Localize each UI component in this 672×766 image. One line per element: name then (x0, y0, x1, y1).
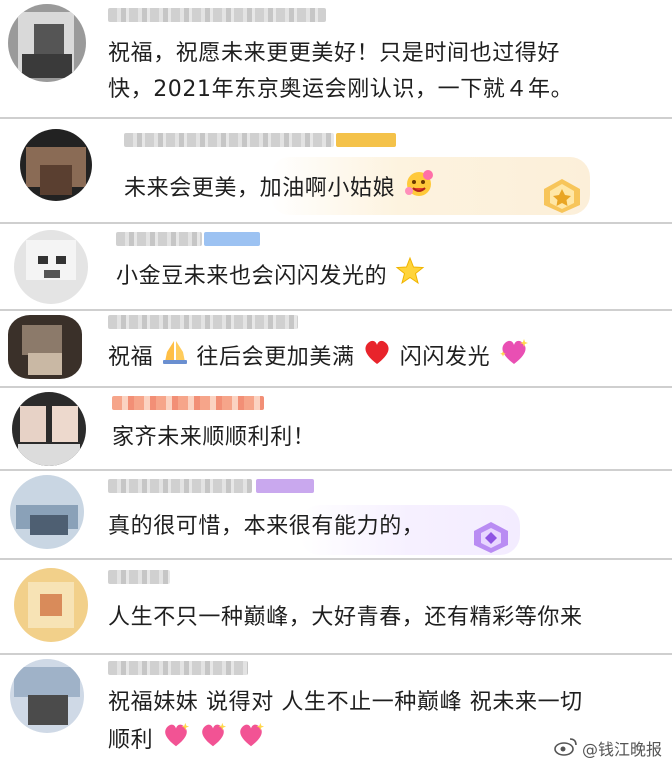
watermark: @钱江晚报 (554, 736, 662, 760)
star-emoji-icon (395, 256, 425, 298)
comment-item-1[interactable]: 祝福，祝愿未来更更美好！只是时间也过得好 快，2021年东京奥运会刚认识，一下就… (0, 0, 672, 116)
username-blurred[interactable] (108, 8, 326, 22)
comment-text: 家齐未来顺顺利利！ (112, 425, 316, 450)
user-tag (336, 133, 396, 147)
comment-text: 真的很可惜，本来很有能力的， (108, 514, 425, 539)
gold-badge-icon (536, 175, 588, 219)
comment-text: 祝福 往后会更加美满 闪闪发光 (108, 337, 658, 379)
avatar[interactable] (10, 659, 84, 733)
avatar[interactable] (12, 392, 86, 466)
username-blurred[interactable] (108, 479, 252, 493)
username-blurred[interactable] (108, 570, 170, 584)
comment-item-6[interactable]: 真的很可惜，本来很有能力的， (0, 471, 672, 557)
username-blurred[interactable] (108, 315, 298, 329)
sparkling-heart-icon (498, 337, 530, 379)
purple-badge-icon (468, 519, 514, 559)
username-blurred[interactable] (108, 661, 248, 675)
username-blurred[interactable] (112, 396, 264, 410)
comment-item-5[interactable]: 家齐未来顺顺利利！ (0, 388, 672, 468)
comment-text: 人生不只一种巅峰，大好青春，还有精彩等你来 (108, 605, 583, 630)
red-heart-icon (362, 338, 392, 378)
pray-emoji-icon (161, 338, 189, 378)
avatar[interactable] (8, 4, 86, 82)
avatar[interactable] (14, 230, 88, 304)
comment-item-2[interactable]: 未来会更美，加油啊小姑娘 (0, 119, 672, 221)
sparkling-heart-icon (198, 721, 228, 761)
avatar[interactable] (14, 568, 88, 642)
username-blurred[interactable] (116, 232, 202, 246)
heart-face-emoji-icon (403, 167, 435, 211)
comment-item-7[interactable]: 人生不只一种巅峰，大好青春，还有精彩等你来 (0, 560, 672, 652)
sparkling-heart-icon (236, 721, 266, 761)
avatar[interactable] (10, 475, 84, 549)
comment-text: 小金豆未来也会闪闪发光的 (116, 256, 658, 298)
comment-item-4[interactable]: 祝福 往后会更加美满 闪闪发光 (0, 311, 672, 385)
avatar[interactable] (20, 129, 92, 201)
user-tag (204, 232, 260, 246)
avatar[interactable] (8, 315, 82, 379)
comment-text: 祝福，祝愿未来更更美好！只是时间也过得好 快，2021年东京奥运会刚认识，一下就… (108, 41, 574, 102)
comment-item-8[interactable]: 祝福妹妹 说得对 人生不止一种巅峰 祝未来一切 顺利 @钱江晚报 (0, 655, 672, 766)
user-tag (256, 479, 314, 493)
comment-item-3[interactable]: 小金豆未来也会闪闪发光的 (0, 224, 672, 308)
sparkling-heart-icon (161, 721, 191, 761)
weibo-logo-icon (554, 736, 578, 760)
username-blurred[interactable] (124, 133, 334, 147)
